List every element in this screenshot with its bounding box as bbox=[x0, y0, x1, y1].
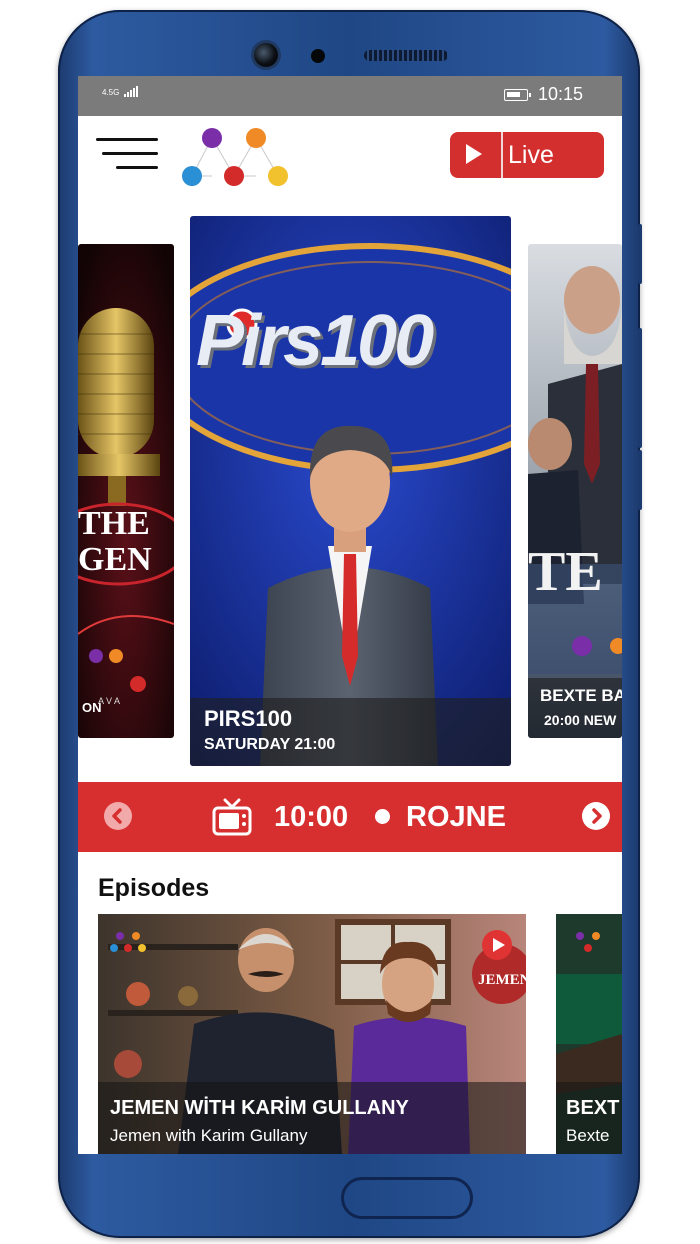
episode-badge: JEMEN bbox=[478, 972, 526, 988]
volume-button bbox=[638, 328, 642, 448]
play-icon[interactable] bbox=[482, 930, 512, 960]
card-subtitle: 20:00 NEW bbox=[544, 712, 617, 728]
program-time: 10:00 bbox=[274, 801, 349, 833]
chevron-right-icon bbox=[592, 808, 602, 824]
home-button[interactable] bbox=[341, 1177, 473, 1219]
live-button[interactable]: Live bbox=[450, 132, 604, 178]
earpiece-speaker bbox=[364, 50, 448, 61]
poster-logo-text: A V A bbox=[98, 696, 121, 706]
show-poster-image bbox=[190, 216, 511, 766]
poster-art-text: THE GEN bbox=[78, 505, 152, 578]
show-poster-image bbox=[528, 244, 622, 738]
live-label: Live bbox=[508, 141, 554, 169]
carousel-card-next[interactable]: TE BEXTE BA 20:00 NEW bbox=[528, 244, 622, 738]
chevron-left-icon bbox=[112, 808, 122, 824]
episode-card[interactable]: JEMEN JEMEN WİTH KARİM GULLANY Jemen wit… bbox=[98, 914, 526, 1154]
signal-icon bbox=[123, 86, 139, 97]
status-bar: 4.5G 10:15 bbox=[78, 76, 622, 116]
card-title: BEXTE BA bbox=[540, 686, 622, 705]
channel-logo-icon bbox=[110, 930, 150, 954]
power-button bbox=[638, 450, 642, 510]
signal-indicator: 4.5G bbox=[102, 86, 139, 97]
battery-icon bbox=[504, 89, 531, 101]
episode-card[interactable]: BEXT Bexte bbox=[556, 914, 622, 1154]
carousel-card-previous[interactable]: THE GEN ON A V A bbox=[78, 244, 174, 738]
volume-button bbox=[638, 224, 642, 284]
card-caption: BEXTE BA 20:00 NEW bbox=[528, 678, 622, 738]
tv-icon bbox=[212, 798, 252, 836]
poster-art-text: TE bbox=[528, 541, 603, 603]
app-screen: 4.5G 10:15 Live THE GEN ON A V A Pirs100… bbox=[78, 76, 622, 1154]
episode-subtitle: Bexte bbox=[566, 1126, 610, 1145]
schedule-bar: 10:00 ROJNE bbox=[78, 782, 622, 852]
show-poster-image bbox=[78, 244, 174, 738]
status-time: 10:15 bbox=[538, 84, 584, 104]
previous-program-button[interactable] bbox=[104, 802, 132, 830]
play-icon bbox=[466, 144, 482, 164]
episode-title: JEMEN WİTH KARİM GULLANY bbox=[110, 1097, 409, 1119]
card-subtitle: SATURDAY 21:00 bbox=[204, 736, 336, 753]
card-title: PIRS100 bbox=[204, 706, 293, 731]
menu-icon[interactable] bbox=[96, 138, 160, 174]
app-header: Live bbox=[78, 116, 622, 212]
channel-logo bbox=[182, 128, 288, 186]
episode-title: BEXT bbox=[566, 1097, 620, 1119]
proximity-sensor bbox=[311, 49, 325, 63]
next-program-button[interactable] bbox=[582, 802, 610, 830]
poster-art-text: Pirs100 bbox=[196, 301, 434, 381]
episodes-heading: Episodes bbox=[98, 874, 210, 902]
program-name: ROJNE bbox=[406, 801, 506, 833]
separator-dot bbox=[375, 809, 390, 824]
network-type: 4.5G bbox=[102, 88, 120, 97]
episode-subtitle: Jemen with Karim Gullany bbox=[110, 1126, 308, 1145]
carousel-card-featured[interactable]: Pirs100 PIRS100 SATURDAY 21:00 bbox=[190, 216, 511, 766]
front-camera bbox=[254, 43, 278, 67]
live-divider bbox=[501, 132, 503, 178]
card-caption: PIRS100 SATURDAY 21:00 bbox=[190, 698, 511, 766]
